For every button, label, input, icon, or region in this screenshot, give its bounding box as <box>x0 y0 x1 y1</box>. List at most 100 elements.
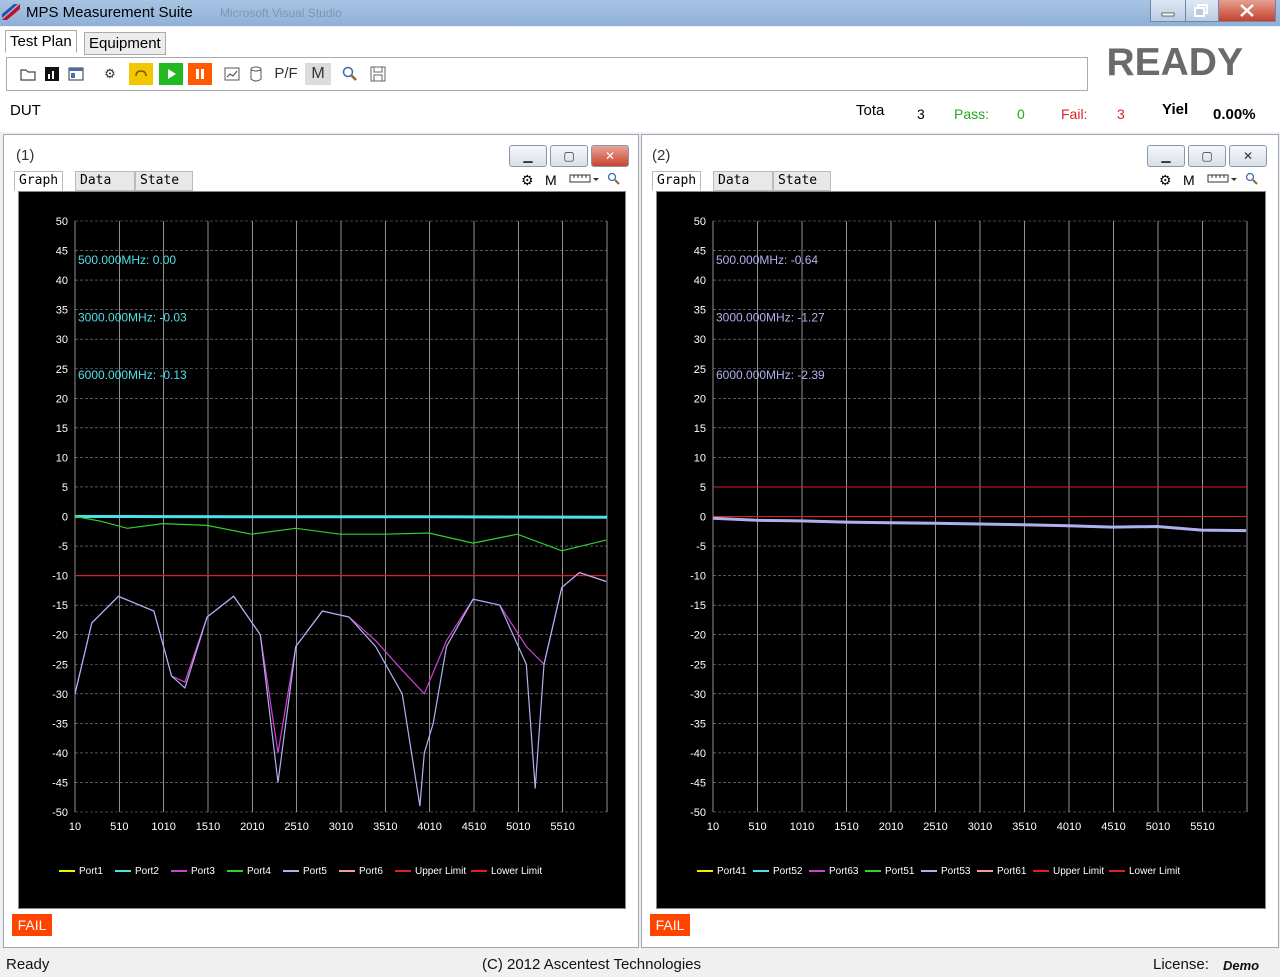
marker-m-button[interactable]: M <box>1183 172 1195 188</box>
legend-label: Port6 <box>359 866 383 877</box>
y-tick-label: -30 <box>52 689 68 701</box>
database-icon[interactable] <box>247 65 265 83</box>
y-tick-label: 15 <box>694 423 706 435</box>
legend-label: Port2 <box>135 866 159 877</box>
legend-label: Upper Limit <box>415 866 466 877</box>
x-tick-label: 1010 <box>151 821 175 833</box>
panel-close-button[interactable]: ✕ <box>1229 145 1267 167</box>
x-tick-label: 1010 <box>790 821 814 833</box>
y-tick-label: -20 <box>52 630 68 642</box>
legend-label: Lower Limit <box>1129 866 1180 877</box>
dut-label: DUT <box>10 102 41 119</box>
y-tick-label: -10 <box>52 571 68 583</box>
toolbar: ⚙ P/F M <box>6 57 1088 91</box>
chart-svg: 50454035302520151050-5-10-15-20-25-30-35… <box>52 216 608 877</box>
x-tick-label: 5010 <box>506 821 530 833</box>
ruler-icon[interactable] <box>569 172 599 189</box>
minimize-button[interactable] <box>1150 0 1186 22</box>
close-icon <box>1240 4 1254 17</box>
zoom-icon[interactable] <box>1245 172 1259 189</box>
play-icon[interactable] <box>159 63 183 85</box>
chart-icon[interactable] <box>43 65 61 83</box>
tab-graph[interactable]: Graph <box>14 171 64 191</box>
x-tick-label: 4010 <box>417 821 441 833</box>
x-tick-label: 4010 <box>1057 821 1081 833</box>
marker-readout: 3000.000MHz: -0.03 <box>78 311 187 325</box>
y-tick-label: -20 <box>690 630 706 642</box>
m-button[interactable]: M <box>305 63 331 85</box>
y-tick-label: 40 <box>694 275 706 287</box>
marker-readout: 3000.000MHz: -1.27 <box>716 311 825 325</box>
marker-m-button[interactable]: M <box>545 172 557 188</box>
y-tick-label: 10 <box>694 452 706 464</box>
status-text: Ready <box>6 956 50 973</box>
x-tick-label: 3010 <box>968 821 992 833</box>
title-bar: MPS Measurement Suite Microsoft Visual S… <box>0 0 1280 26</box>
tab-test-plan[interactable]: Test Plan <box>5 30 77 53</box>
save-icon[interactable] <box>369 65 387 83</box>
y-tick-label: -50 <box>52 807 68 819</box>
tab-graph[interactable]: Graph <box>652 171 702 191</box>
series-line-port2 <box>74 515 608 519</box>
panel-close-button[interactable]: ✕ <box>591 145 629 167</box>
close-button[interactable] <box>1218 0 1276 22</box>
legend-label: Port5 <box>303 866 327 877</box>
y-tick-label: 30 <box>694 334 706 346</box>
tab-data[interactable]: Data <box>75 171 135 191</box>
panel-minimize-button[interactable]: ▁ <box>1147 145 1185 167</box>
chart-svg: 50454035302520151050-5-10-15-20-25-30-35… <box>690 216 1248 877</box>
series-line-port53 <box>712 516 1247 533</box>
gear-icon[interactable]: ⚙ <box>101 65 119 83</box>
tab-state[interactable]: State <box>135 171 193 191</box>
top-panel: Test Plan Equipment ⚙ P/F M READY DUT To… <box>0 27 1280 132</box>
y-tick-label: 20 <box>694 393 706 405</box>
series-line-port3 <box>74 571 607 753</box>
y-tick-label: 10 <box>56 452 68 464</box>
graph-icon[interactable] <box>223 65 241 83</box>
x-tick-label: 3510 <box>1012 821 1036 833</box>
license-value: Demo <box>1223 958 1260 973</box>
x-tick-label: 4510 <box>462 821 486 833</box>
panel-restore-button[interactable]: ▢ <box>1188 145 1226 167</box>
legend-label: Port51 <box>885 866 915 877</box>
chart-panel-2: (2) ▁ ▢ ✕ Graph Data State ⚙ M 50 45 40 35 3… <box>641 134 1279 948</box>
restore-icon <box>1194 4 1208 17</box>
restore-button[interactable] <box>1185 0 1219 22</box>
x-tick-label: 2510 <box>923 821 947 833</box>
legend-label: Port52 <box>773 866 803 877</box>
gear-icon[interactable]: ⚙ <box>1159 172 1172 189</box>
gear-icon[interactable]: ⚙ <box>521 172 534 189</box>
series-line-port4 <box>74 515 607 552</box>
x-tick-label: 2010 <box>879 821 903 833</box>
marker-readout: 500.000MHz: -0.64 <box>716 253 818 267</box>
y-tick-label: 25 <box>56 364 68 376</box>
y-tick-label: -45 <box>690 777 706 789</box>
panel-restore-button[interactable]: ▢ <box>550 145 588 167</box>
tab-state[interactable]: State <box>773 171 831 191</box>
loop-icon[interactable] <box>129 63 153 85</box>
chart-panel-1: (1) ▁ ▢ ✕ Graph Data State ⚙ M 50 45 40 35 3… <box>3 134 639 948</box>
zoom-icon[interactable] <box>341 65 359 83</box>
pf-button[interactable]: P/F <box>273 65 299 83</box>
x-tick-label: 3510 <box>373 821 397 833</box>
y-tick-label: -35 <box>690 718 706 730</box>
y-tick-label: -25 <box>52 659 68 671</box>
x-tick-label: 5510 <box>1190 821 1214 833</box>
zoom-icon[interactable] <box>607 172 621 189</box>
status-ready: READY <box>1106 41 1243 84</box>
pass-value: 0 <box>1017 106 1025 122</box>
pause-icon[interactable] <box>188 63 212 85</box>
x-tick-label: 510 <box>748 821 766 833</box>
legend-label: Port63 <box>829 866 859 877</box>
panel-minimize-button[interactable]: ▁ <box>509 145 547 167</box>
open-folder-icon[interactable] <box>19 65 37 83</box>
panel-title: (2) <box>652 147 671 164</box>
tab-equipment[interactable]: Equipment <box>84 32 166 55</box>
ruler-icon[interactable] <box>1207 172 1237 189</box>
marker-readout: 500.000MHz: 0.00 <box>78 253 176 267</box>
tab-data[interactable]: Data <box>713 171 773 191</box>
legend-label: Port53 <box>941 866 971 877</box>
window-title-ghost: Microsoft Visual Studio <box>220 6 342 20</box>
window-icon[interactable] <box>67 65 85 83</box>
chart-area: 50 45 40 35 30 25 20 15 10 5 0 -5 -10 -15 -20 -25 -30 -35… <box>18 191 626 909</box>
